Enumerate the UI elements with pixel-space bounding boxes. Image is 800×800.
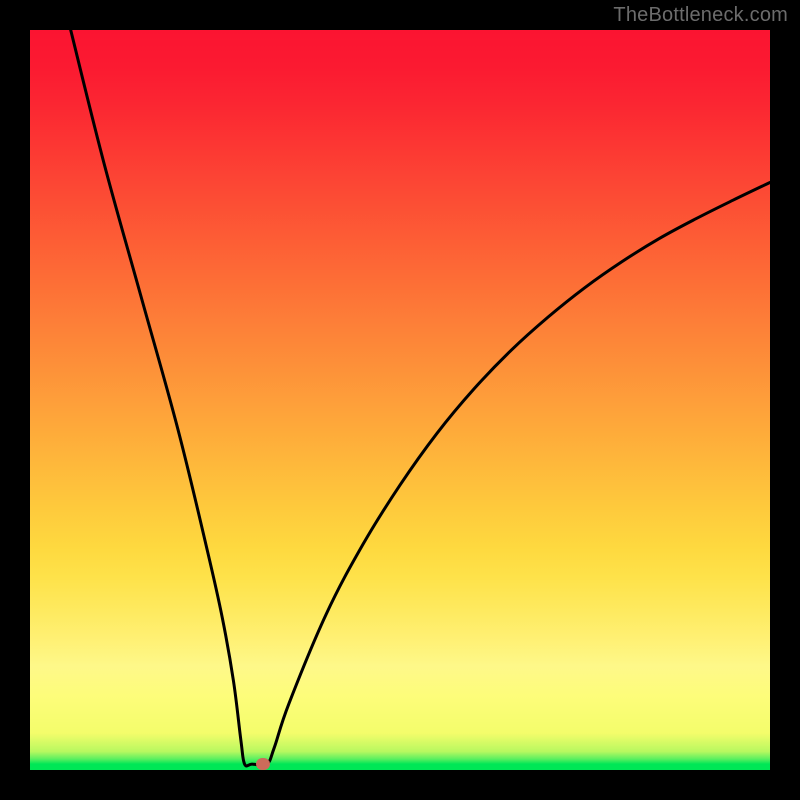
bottleneck-curve <box>30 30 770 770</box>
attribution-text: TheBottleneck.com <box>613 4 788 27</box>
optimal-point-marker <box>256 758 270 770</box>
gradient-plot-area <box>30 30 770 770</box>
chart-frame: TheBottleneck.com <box>0 0 800 800</box>
